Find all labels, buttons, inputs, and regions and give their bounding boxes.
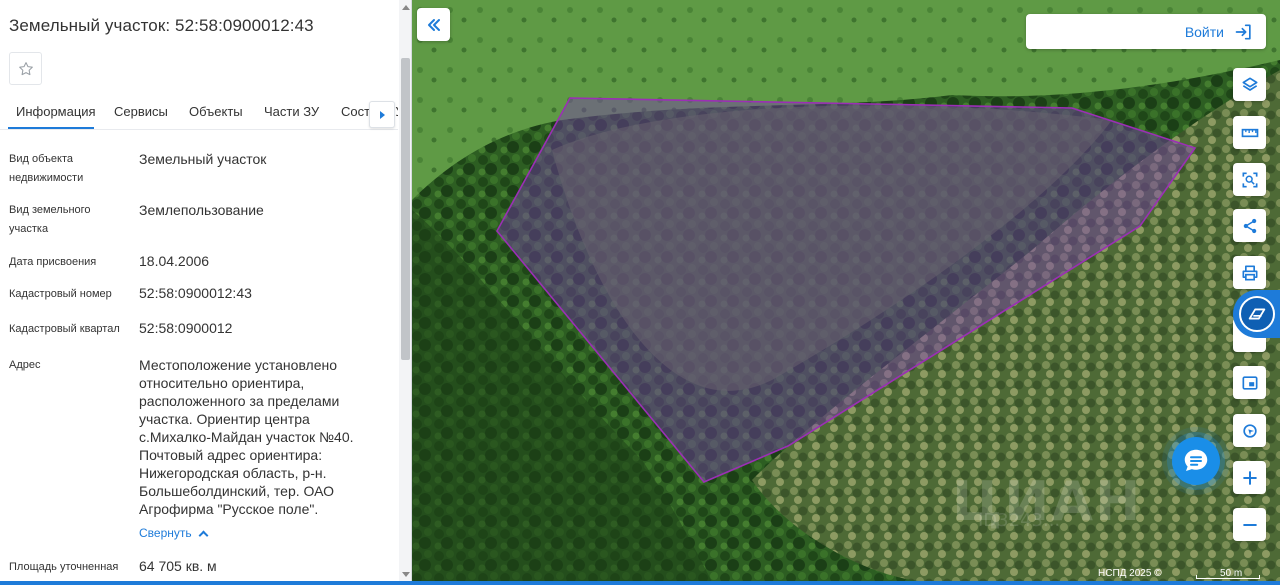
detail-label: Вид земельного участка — [9, 204, 91, 235]
collapse-label: Свернуть — [139, 526, 192, 540]
detail-value: Земельный участок — [139, 151, 267, 167]
zoom-in-icon — [1242, 470, 1257, 485]
active-tab-indicator — [8, 127, 94, 129]
bottom-accent-strip — [0, 581, 1280, 585]
scroll-up-arrow-icon[interactable] — [402, 5, 410, 10]
tab-parts[interactable]: Части ЗУ — [264, 104, 319, 119]
share-button[interactable] — [1233, 209, 1266, 242]
print-icon — [1242, 265, 1257, 280]
share-icon — [1243, 218, 1256, 233]
nspd-logo-icon — [1238, 296, 1275, 332]
tab-information[interactable]: Информация — [16, 104, 96, 119]
zoom-out-button[interactable] — [1233, 508, 1266, 541]
detail-label: Адрес — [9, 359, 41, 371]
tab-services[interactable]: Сервисы — [114, 104, 168, 119]
measure-button[interactable] — [1233, 116, 1266, 149]
satellite-map[interactable]: ЦИАН ID3243... — [412, 0, 1280, 582]
geolocation-icon — [1242, 423, 1257, 438]
satellite-imagery — [412, 0, 1280, 582]
info-panel: Земельный участок: 52:58:0900012:43 Инфо… — [0, 0, 412, 582]
login-button[interactable]: Войти — [1026, 14, 1266, 49]
watermark-id: ID3243... — [978, 510, 1061, 531]
map-attribution: НСПД 2025 © — [1098, 568, 1162, 579]
tabs-scroll-right-button[interactable] — [369, 101, 395, 128]
panel-scrollbar[interactable] — [399, 0, 411, 582]
detail-value: 52:58:0900012 — [139, 320, 233, 336]
scroll-down-arrow-icon[interactable] — [402, 572, 410, 577]
collapse-address-link[interactable]: Свернуть — [139, 526, 209, 540]
double-chevron-left-icon — [427, 18, 440, 31]
detail-value: Местоположение установлено относительно … — [139, 357, 354, 517]
tabs-bar: Информация Сервисы Объекты Части ЗУ Сост… — [0, 96, 398, 130]
layers-button[interactable] — [1233, 68, 1266, 101]
detail-label: Вид объекта недвижимости — [9, 153, 84, 184]
layers-icon — [1242, 77, 1257, 91]
detail-value: 52:58:0900012:43 — [139, 285, 252, 301]
detail-label: Дата присвоения — [9, 256, 97, 268]
favorite-button[interactable] — [9, 52, 42, 85]
star-icon — [18, 61, 33, 75]
select-area-button[interactable] — [1233, 163, 1266, 196]
scale-bar — [1196, 575, 1260, 579]
parcel-title: Земельный участок: 52:58:0900012:43 — [9, 16, 314, 35]
detail-value: 18.04.2006 — [139, 253, 210, 269]
scrollbar-thumb[interactable] — [401, 58, 410, 360]
login-label: Войти — [1184, 23, 1224, 40]
zoom-in-button[interactable] — [1233, 461, 1266, 494]
geolocation-button[interactable] — [1233, 414, 1266, 447]
print-button[interactable] — [1233, 256, 1266, 289]
chat-button[interactable] — [1172, 437, 1220, 485]
nspd-logo-button[interactable] — [1233, 290, 1280, 338]
chat-icon — [1184, 449, 1208, 471]
tab-objects[interactable]: Объекты — [189, 104, 243, 119]
detail-label: Площадь уточненная — [9, 561, 119, 573]
detail-value: Землепользование — [139, 202, 264, 218]
zoom-out-icon — [1242, 523, 1257, 526]
ruler-icon — [1241, 128, 1258, 137]
detail-label: Кадастровый квартал — [9, 323, 120, 335]
minimap-button[interactable] — [1233, 366, 1266, 399]
chevron-up-icon — [198, 530, 209, 540]
detail-value: 64 705 кв. м — [139, 558, 217, 574]
collapse-panel-button[interactable] — [417, 8, 450, 41]
minimap-icon — [1242, 375, 1257, 390]
login-icon — [1235, 24, 1251, 40]
detail-label: Кадастровый номер — [9, 288, 112, 300]
app-root: Земельный участок: 52:58:0900012:43 Инфо… — [0, 0, 1280, 585]
select-area-icon — [1242, 172, 1257, 187]
